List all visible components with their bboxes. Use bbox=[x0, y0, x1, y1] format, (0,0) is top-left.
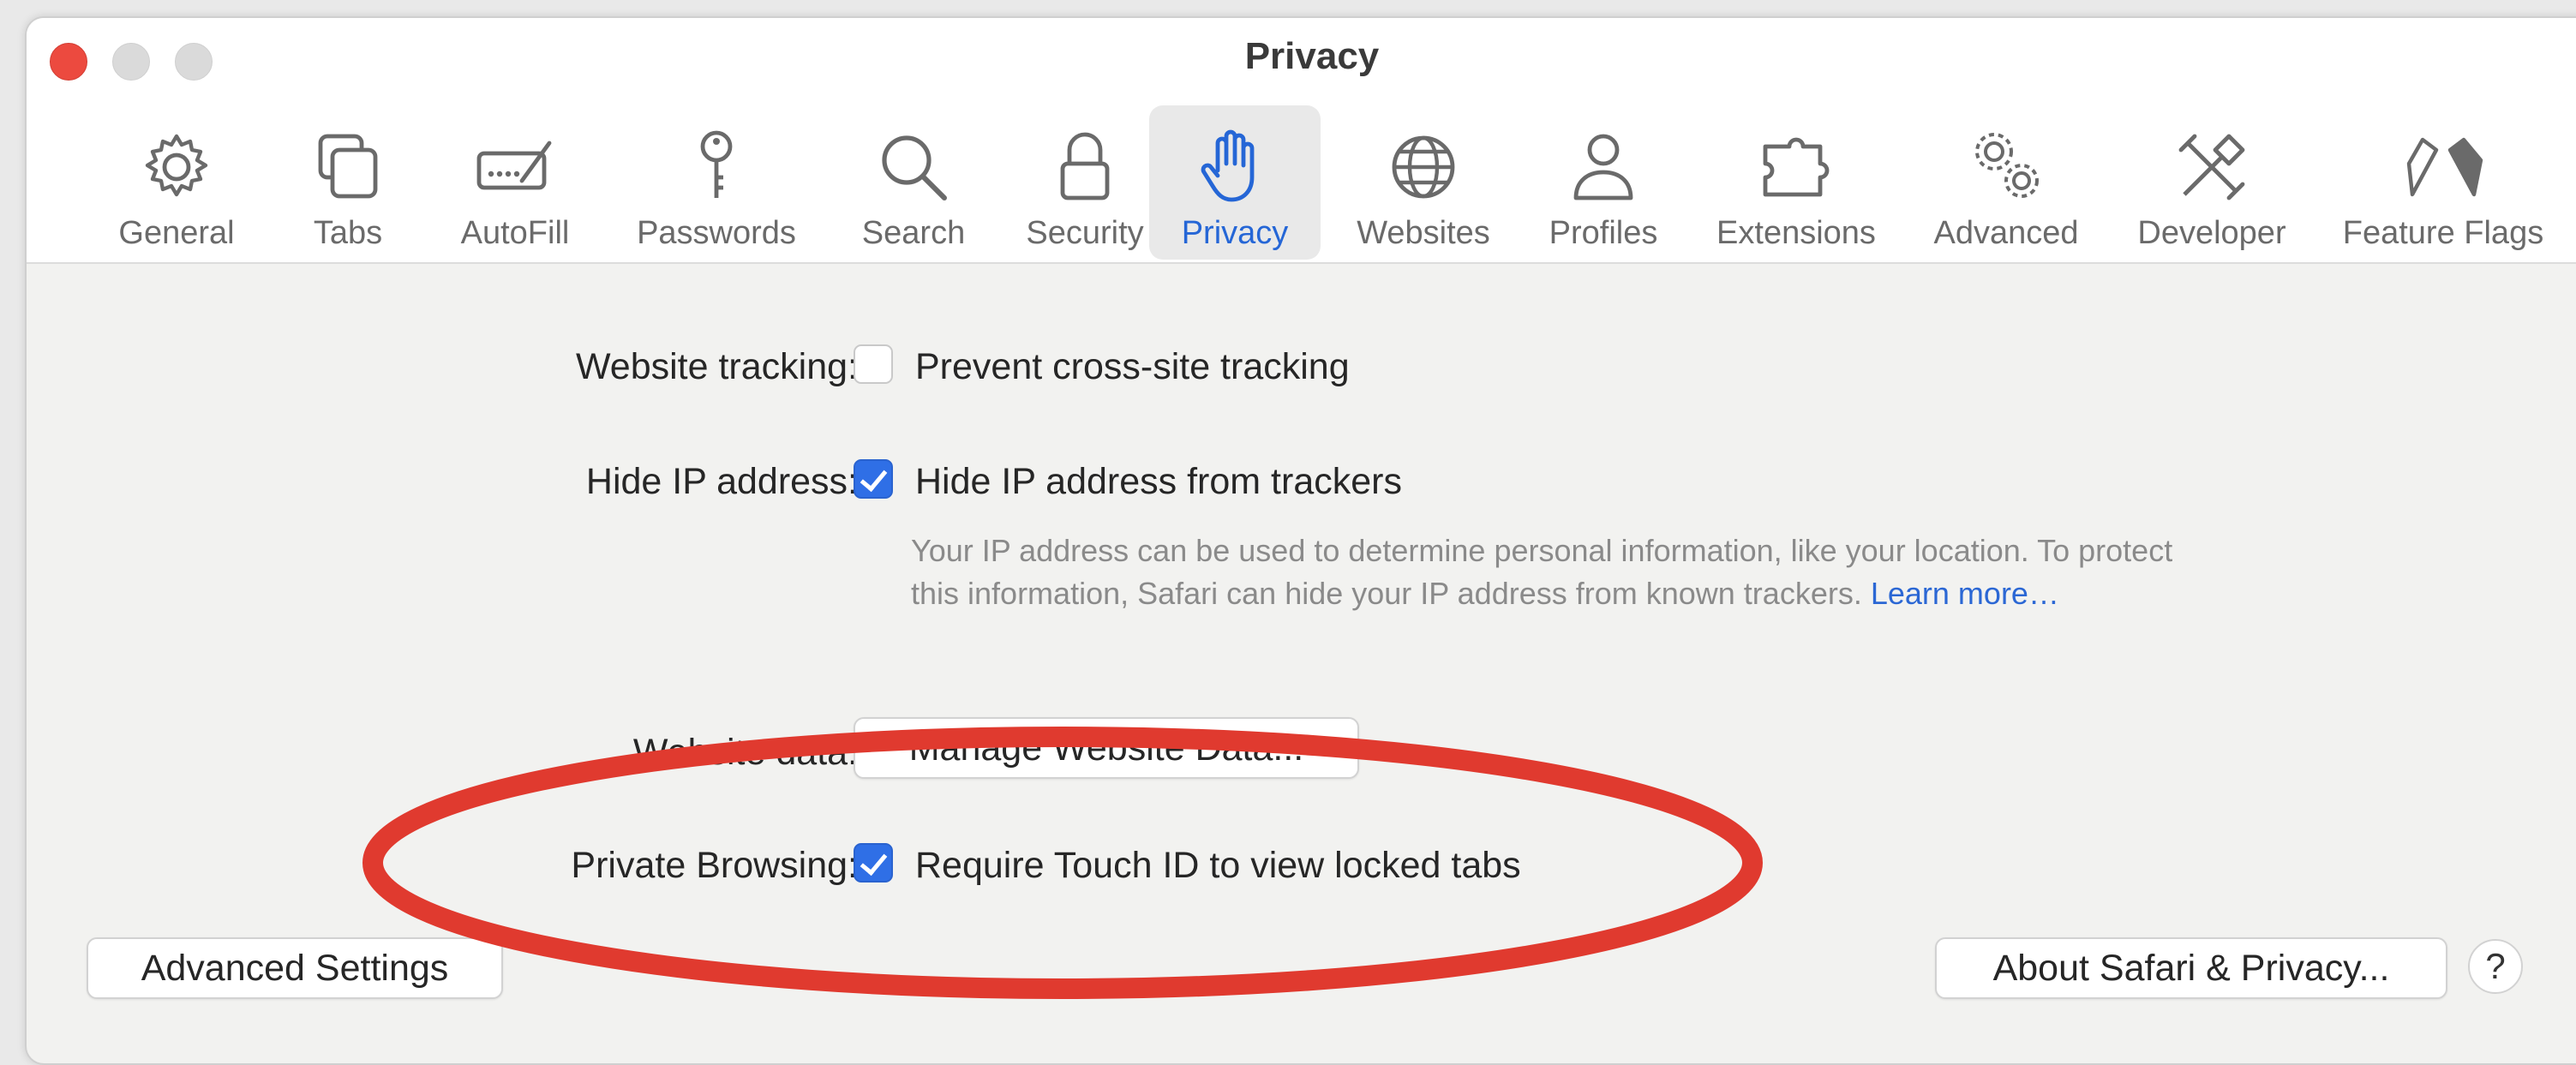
hide-ip-checkbox[interactable] bbox=[854, 459, 893, 499]
globe-icon bbox=[1392, 135, 1455, 199]
hide-ip-text[interactable]: Hide IP address from trackers bbox=[915, 461, 1402, 503]
tab-profiles[interactable]: Profiles bbox=[1526, 105, 1680, 260]
autofill-icon bbox=[476, 141, 552, 190]
tab-privacy-label: Privacy bbox=[1181, 215, 1289, 251]
tab-security[interactable]: Security bbox=[1003, 105, 1166, 260]
private-browsing-label: Private Browsing: bbox=[571, 845, 858, 886]
tab-developer[interactable]: Developer bbox=[2118, 105, 2306, 260]
title-toolbar: Privacy General Tabs AutoFill Passwords … bbox=[27, 18, 2576, 264]
tab-tabs[interactable]: Tabs bbox=[284, 105, 412, 260]
website-tracking-label: Website tracking: bbox=[575, 346, 858, 387]
learn-more-link[interactable]: Learn more… bbox=[1871, 576, 2059, 611]
tab-security-label: Security bbox=[1026, 215, 1144, 251]
tab-autofill[interactable]: AutoFill bbox=[438, 105, 592, 260]
gears-icon bbox=[1975, 133, 2039, 198]
tools-icon bbox=[2178, 134, 2245, 200]
gear-icon bbox=[145, 134, 208, 197]
tab-search[interactable]: Search bbox=[841, 105, 986, 260]
hide-ip-label: Hide IP address: bbox=[585, 461, 858, 502]
require-touch-id-text[interactable]: Require Touch ID to view locked tabs bbox=[915, 845, 1521, 887]
privacy-pane: Website tracking: Prevent cross-site tra… bbox=[27, 264, 2576, 1063]
lock-icon bbox=[1060, 132, 1110, 200]
require-touch-id-checkbox[interactable] bbox=[854, 843, 893, 883]
key-icon bbox=[700, 130, 733, 198]
hide-ip-description: Your IP address can be used to determine… bbox=[911, 530, 2196, 615]
tab-developer-label: Developer bbox=[2137, 215, 2286, 251]
tab-feature-flags-label: Feature Flags bbox=[2342, 215, 2544, 251]
prevent-cross-site-tracking-checkbox[interactable] bbox=[854, 344, 893, 384]
search-icon bbox=[882, 135, 947, 200]
flags-icon bbox=[2406, 137, 2483, 197]
person-icon bbox=[1573, 134, 1633, 200]
tab-websites[interactable]: Websites bbox=[1338, 105, 1509, 260]
tab-general-label: General bbox=[118, 215, 235, 251]
advanced-settings-button[interactable]: Advanced Settings bbox=[87, 937, 503, 999]
tabs-icon bbox=[318, 134, 378, 199]
tab-passwords-label: Passwords bbox=[637, 215, 796, 251]
prevent-cross-site-tracking-text[interactable]: Prevent cross-site tracking bbox=[915, 346, 1350, 388]
about-safari-privacy-button[interactable]: About Safari & Privacy... bbox=[1935, 937, 2447, 999]
tab-websites-label: Websites bbox=[1357, 215, 1490, 251]
settings-window: Privacy General Tabs AutoFill Passwords … bbox=[25, 16, 2576, 1065]
tab-extensions-label: Extensions bbox=[1716, 215, 1876, 251]
tab-search-label: Search bbox=[861, 215, 966, 251]
tab-advanced-label: Advanced bbox=[1933, 215, 2079, 251]
manage-website-data-button[interactable]: Manage Website Data... bbox=[854, 717, 1359, 779]
tab-profiles-label: Profiles bbox=[1549, 215, 1658, 251]
tab-feature-flags[interactable]: Feature Flags bbox=[2323, 105, 2563, 260]
tab-tabs-label: Tabs bbox=[313, 215, 383, 251]
tab-privacy[interactable]: Privacy bbox=[1149, 105, 1321, 260]
website-data-label: Website data: bbox=[632, 732, 858, 773]
window-title: Privacy bbox=[1244, 35, 1380, 77]
puzzle-icon bbox=[1763, 137, 1830, 197]
tab-passwords[interactable]: Passwords bbox=[609, 105, 824, 260]
tab-general[interactable]: General bbox=[91, 105, 262, 260]
tab-autofill-label: AutoFill bbox=[460, 215, 570, 251]
hand-icon bbox=[1201, 129, 1255, 202]
tab-extensions[interactable]: Extensions bbox=[1698, 105, 1895, 260]
help-button[interactable]: ? bbox=[2468, 939, 2523, 994]
tab-advanced[interactable]: Advanced bbox=[1912, 105, 2100, 260]
